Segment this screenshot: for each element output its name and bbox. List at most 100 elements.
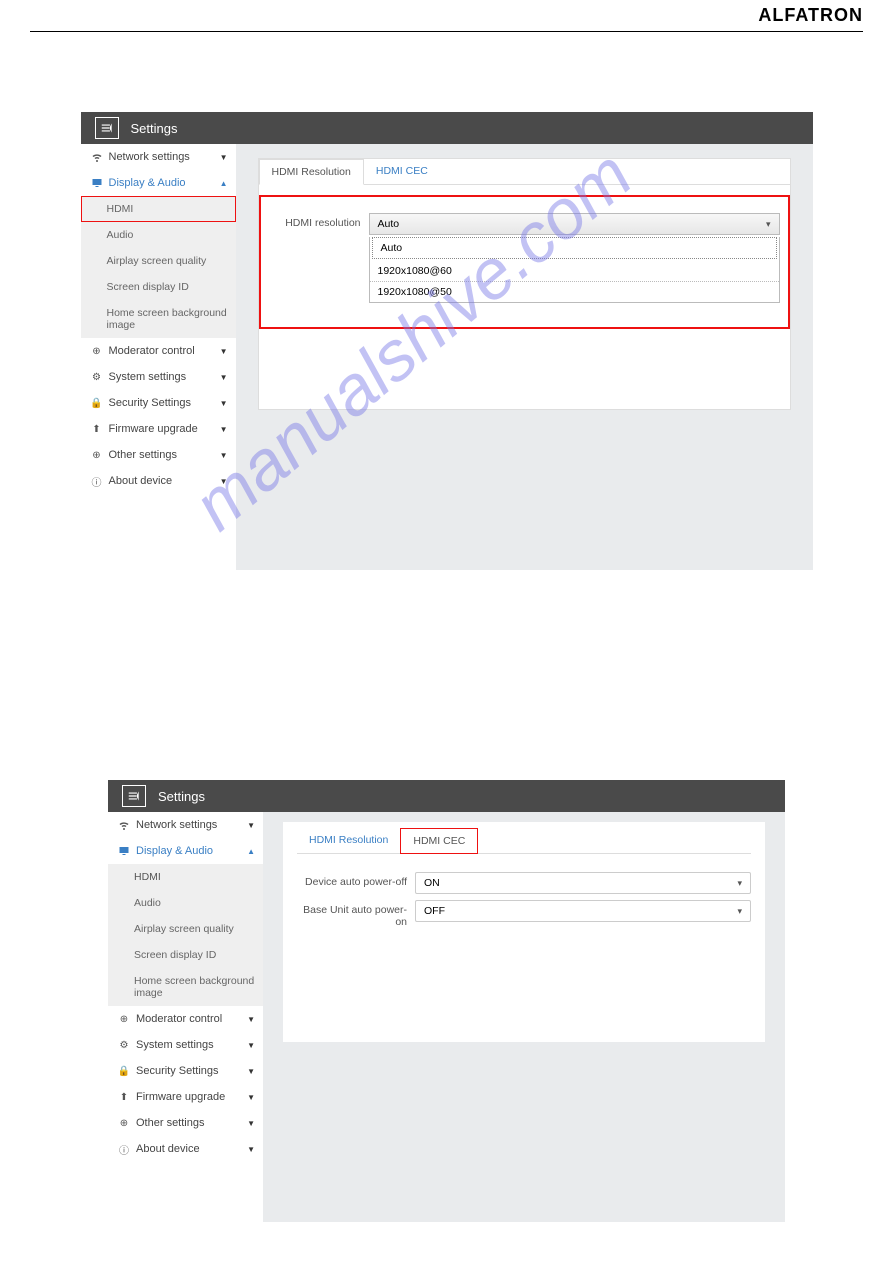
sidebar-label-about: About device bbox=[136, 1143, 247, 1155]
sidebar-subitem-hdmi[interactable]: HDMI bbox=[81, 196, 236, 222]
sidebar-item-security[interactable]: 🔒 Security Settings bbox=[108, 1058, 263, 1084]
chevron-down-icon bbox=[737, 905, 742, 917]
globe-icon: ⊕ bbox=[118, 1013, 130, 1025]
sidebar-label-other: Other settings bbox=[136, 1117, 247, 1129]
highlight-box: HDMI resolution Auto Auto 1920x1080@60 1… bbox=[259, 195, 790, 329]
device-auto-poweroff-label: Device auto power-off bbox=[297, 872, 415, 888]
sidebar-label-network: Network settings bbox=[109, 151, 220, 163]
monitor-icon bbox=[91, 177, 103, 189]
sidebar-subitem-audio[interactable]: Audio bbox=[81, 222, 236, 248]
panel2-header: Settings bbox=[108, 780, 785, 812]
dropdown-options: Auto 1920x1080@60 1920x1080@50 bbox=[369, 237, 780, 303]
sidebar-label-firmware: Firmware upgrade bbox=[136, 1091, 247, 1103]
lock-icon: 🔒 bbox=[91, 397, 103, 409]
sidebar-subitem-airplay[interactable]: Airplay screen quality bbox=[108, 916, 263, 942]
option-1080p50[interactable]: 1920x1080@50 bbox=[370, 282, 779, 302]
hdmi-resolution-label: HDMI resolution bbox=[269, 213, 369, 229]
globe-icon: ⊕ bbox=[91, 449, 103, 461]
sidebar-item-other[interactable]: ⊕ Other settings bbox=[81, 442, 236, 468]
sidebar-1: Network settings Display & Audio HDMI Au… bbox=[81, 144, 236, 570]
panel1-title: Settings bbox=[131, 121, 178, 136]
tab-hdmi-resolution[interactable]: HDMI Resolution bbox=[297, 828, 400, 854]
select-value: ON bbox=[424, 877, 440, 889]
sidebar-item-firmware[interactable]: ⬆ Firmware upgrade bbox=[108, 1084, 263, 1110]
chevron-down-icon bbox=[220, 346, 228, 357]
sidebar-label-system: System settings bbox=[136, 1039, 247, 1051]
sidebar-item-network[interactable]: Network settings bbox=[81, 144, 236, 170]
chevron-down-icon bbox=[220, 476, 228, 487]
chevron-down-icon bbox=[247, 1118, 255, 1129]
sidebar-label-firmware: Firmware upgrade bbox=[109, 423, 220, 435]
sidebar-label-security: Security Settings bbox=[136, 1065, 247, 1077]
select-value: OFF bbox=[424, 905, 445, 917]
wifi-icon bbox=[118, 819, 130, 831]
gear-icon: ⚙ bbox=[118, 1039, 130, 1051]
settings-icon bbox=[95, 117, 119, 139]
sidebar-item-display[interactable]: Display & Audio bbox=[81, 170, 236, 196]
content-1: HDMI Resolution HDMI CEC HDMI resolution… bbox=[236, 144, 813, 570]
sidebar-subitem-homebg[interactable]: Home screen background image bbox=[81, 300, 236, 338]
sidebar-label-display: Display & Audio bbox=[109, 177, 220, 189]
sidebar-label-system: System settings bbox=[109, 371, 220, 383]
panel2-title: Settings bbox=[158, 789, 205, 804]
sidebar-label-other: Other settings bbox=[109, 449, 220, 461]
tab-hdmi-resolution[interactable]: HDMI Resolution bbox=[259, 159, 364, 185]
sidebar-item-other[interactable]: ⊕ Other settings bbox=[108, 1110, 263, 1136]
sidebar-item-network[interactable]: Network settings bbox=[108, 812, 263, 838]
sidebar-item-security[interactable]: 🔒 Security Settings bbox=[81, 390, 236, 416]
chevron-down-icon bbox=[247, 1144, 255, 1155]
settings-icon bbox=[122, 785, 146, 807]
option-auto[interactable]: Auto bbox=[372, 237, 777, 259]
wifi-icon bbox=[91, 151, 103, 163]
sidebar-item-about[interactable]: ⓘ About device bbox=[108, 1136, 263, 1162]
baseunit-auto-poweron-select[interactable]: OFF bbox=[415, 900, 751, 922]
sidebar-subitem-hdmi[interactable]: HDMI bbox=[108, 864, 263, 890]
sidebar-item-display[interactable]: Display & Audio bbox=[108, 838, 263, 864]
chevron-up-icon bbox=[220, 178, 228, 189]
tab-hdmi-cec[interactable]: HDMI CEC bbox=[400, 828, 478, 854]
sidebar-label-about: About device bbox=[109, 475, 220, 487]
upload-icon: ⬆ bbox=[118, 1091, 130, 1103]
baseunit-auto-poweron-label: Base Unit auto power-on bbox=[297, 900, 415, 928]
sidebar-item-system[interactable]: ⚙ System settings bbox=[81, 364, 236, 390]
brand-logo: ALFATRON bbox=[758, 5, 863, 25]
chevron-down-icon bbox=[247, 1066, 255, 1077]
select-value: Auto bbox=[378, 218, 400, 230]
settings-panel-2: Settings Network settings Display & Audi… bbox=[108, 780, 785, 1222]
info-icon: ⓘ bbox=[118, 1143, 130, 1155]
panel1-header: Settings bbox=[81, 112, 813, 144]
chevron-down-icon bbox=[247, 1040, 255, 1051]
sidebar-label-display: Display & Audio bbox=[136, 845, 247, 857]
content-2: HDMI Resolution HDMI CEC Device auto pow… bbox=[263, 812, 785, 1222]
sidebar-item-system[interactable]: ⚙ System settings bbox=[108, 1032, 263, 1058]
chevron-down-icon bbox=[220, 450, 228, 461]
chevron-up-icon bbox=[247, 846, 255, 857]
sidebar-label-security: Security Settings bbox=[109, 397, 220, 409]
sidebar-item-about[interactable]: ⓘ About device bbox=[81, 468, 236, 494]
sidebar-item-moderator[interactable]: ⊕ Moderator control bbox=[81, 338, 236, 364]
upload-icon: ⬆ bbox=[91, 423, 103, 435]
globe-icon: ⊕ bbox=[118, 1117, 130, 1129]
monitor-icon bbox=[118, 845, 130, 857]
brand-bar: ALFATRON bbox=[30, 0, 863, 32]
device-auto-poweroff-select[interactable]: ON bbox=[415, 872, 751, 894]
chevron-down-icon bbox=[220, 398, 228, 409]
sidebar-subitem-homebg[interactable]: Home screen background image bbox=[108, 968, 263, 1006]
sidebar-subitem-audio[interactable]: Audio bbox=[108, 890, 263, 916]
chevron-down-icon bbox=[737, 877, 742, 889]
option-1080p60[interactable]: 1920x1080@60 bbox=[370, 261, 779, 282]
info-icon: ⓘ bbox=[91, 475, 103, 487]
sidebar-item-firmware[interactable]: ⬆ Firmware upgrade bbox=[81, 416, 236, 442]
sidebar-subitem-screenid[interactable]: Screen display ID bbox=[108, 942, 263, 968]
sidebar-subitem-screenid[interactable]: Screen display ID bbox=[81, 274, 236, 300]
tab-hdmi-cec[interactable]: HDMI CEC bbox=[364, 159, 440, 185]
chevron-down-icon bbox=[220, 152, 228, 163]
chevron-down-icon bbox=[247, 1092, 255, 1103]
sidebar-label-moderator: Moderator control bbox=[109, 345, 220, 357]
sidebar-subitem-airplay[interactable]: Airplay screen quality bbox=[81, 248, 236, 274]
lock-icon: 🔒 bbox=[118, 1065, 130, 1077]
sidebar-item-moderator[interactable]: ⊕ Moderator control bbox=[108, 1006, 263, 1032]
chevron-down-icon bbox=[247, 820, 255, 831]
gear-icon: ⚙ bbox=[91, 371, 103, 383]
hdmi-resolution-select[interactable]: Auto Auto 1920x1080@60 1920x1080@50 bbox=[369, 213, 780, 303]
